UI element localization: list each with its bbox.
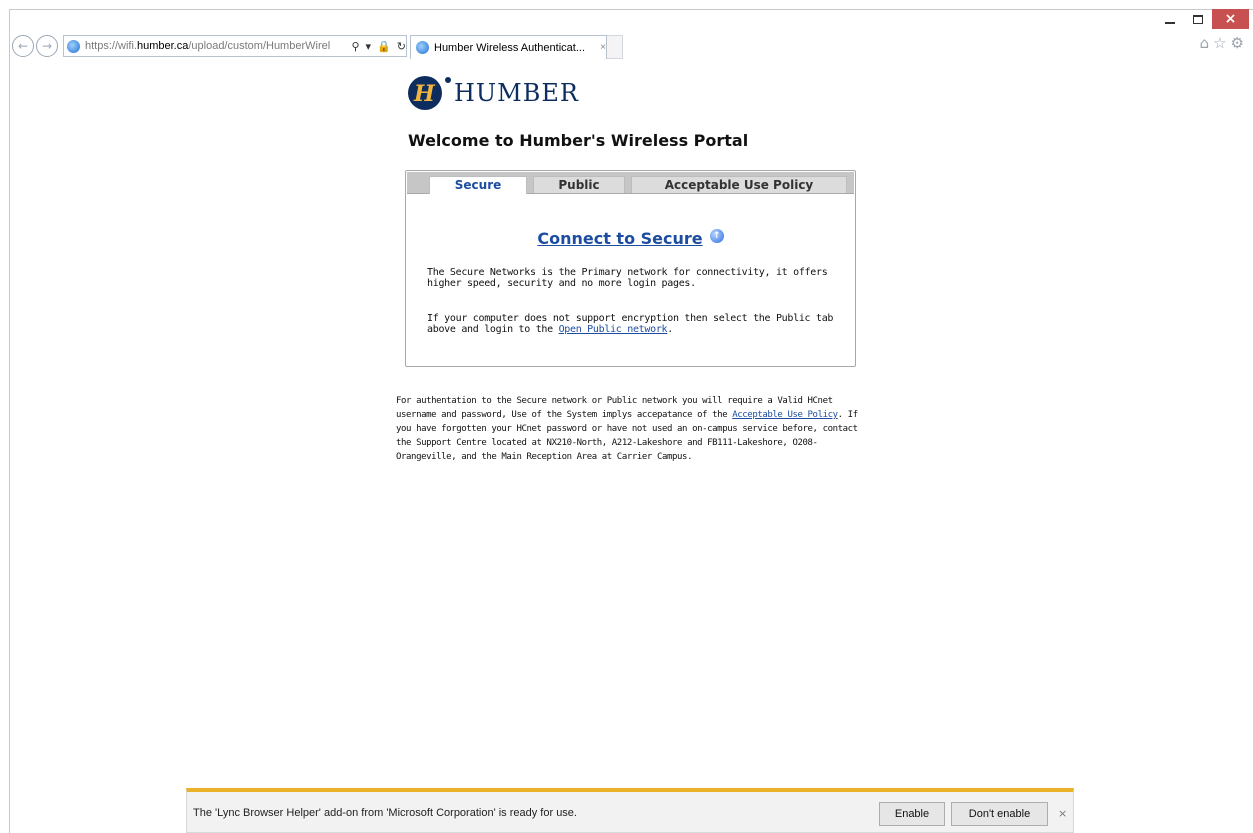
- humber-logo: H HUMBER: [408, 76, 579, 110]
- url-text[interactable]: https://wifi.humber.ca/upload/custom/Hum…: [85, 40, 348, 52]
- connect-to-secure-link[interactable]: Connect to Secure: [537, 229, 702, 248]
- open-public-network-link[interactable]: Open Public network: [559, 324, 668, 335]
- enable-button[interactable]: Enable: [879, 802, 945, 826]
- browser-chrome: × ← → https://wifi.humber.ca/upload/cust…: [0, 0, 1253, 60]
- dropdown-icon[interactable]: ▾: [366, 40, 372, 53]
- encryption-note: If your computer does not support encryp…: [427, 313, 837, 335]
- tab-close-icon[interactable]: ×: [600, 42, 606, 53]
- navigation-row: ← → https://wifi.humber.ca/upload/custom…: [12, 33, 623, 59]
- logo-mark-letter: H: [414, 81, 435, 107]
- notification-close-icon[interactable]: ×: [1058, 807, 1067, 820]
- tab-secure[interactable]: Secure: [429, 176, 527, 194]
- page-title: Welcome to Humber's Wireless Portal: [408, 131, 749, 150]
- toolbar-right-icons: ⌂ ☆ ⚙: [1200, 34, 1244, 52]
- close-window-button[interactable]: ×: [1212, 9, 1249, 29]
- new-tab-button[interactable]: [607, 35, 623, 59]
- logo-text: HUMBER: [454, 79, 579, 107]
- maximize-icon: [1193, 14, 1203, 24]
- url-path: /upload/custom/HumberWirel: [188, 40, 331, 52]
- browser-tab-active[interactable]: Humber Wireless Authenticat... ×: [410, 35, 607, 59]
- lock-icon[interactable]: 🔒: [377, 40, 391, 53]
- acceptable-use-policy-link[interactable]: Acceptable Use Policy: [732, 410, 838, 420]
- site-icon: [67, 39, 80, 53]
- minimize-button[interactable]: [1156, 9, 1184, 29]
- gear-icon[interactable]: ⚙: [1231, 34, 1244, 52]
- portal-panel: Secure Public Acceptable Use Policy Conn…: [405, 170, 856, 367]
- minimize-icon: [1165, 22, 1175, 24]
- url-prefix: https://wifi.: [85, 40, 137, 52]
- address-bar-icons: ⚲ ▾ 🔒 ↻: [351, 40, 406, 53]
- logo-dot-icon: [445, 77, 451, 83]
- address-bar[interactable]: https://wifi.humber.ca/upload/custom/Hum…: [63, 35, 407, 57]
- tab-title: Humber Wireless Authenticat...: [434, 41, 586, 54]
- forward-button[interactable]: →: [36, 35, 58, 57]
- refresh-icon[interactable]: ↻: [397, 40, 406, 53]
- home-icon[interactable]: ⌂: [1200, 34, 1210, 52]
- tab-site-icon: [416, 41, 429, 54]
- logo-mark-icon: H: [408, 76, 442, 110]
- back-button[interactable]: ←: [12, 35, 34, 57]
- url-domain: humber.ca: [136, 40, 189, 52]
- portal-tabstrip: Secure Public Acceptable Use Policy: [407, 172, 854, 194]
- forward-icon: →: [41, 39, 53, 53]
- connect-row: Connect to Secure ↑: [406, 228, 855, 248]
- notification-message: The 'Lync Browser Helper' add-on from 'M…: [193, 807, 577, 819]
- maximize-button[interactable]: [1184, 9, 1212, 29]
- authentication-notice: For authentation to the Secure network o…: [396, 394, 858, 464]
- search-icon[interactable]: ⚲: [351, 40, 359, 53]
- secure-description: The Secure Networks is the Primary netwo…: [427, 267, 828, 289]
- tab-acceptable-use-policy[interactable]: Acceptable Use Policy: [631, 176, 847, 193]
- window-controls: ×: [1156, 9, 1253, 29]
- addon-notification-bar: The 'Lync Browser Helper' add-on from 'M…: [186, 788, 1074, 833]
- page-content: H HUMBER Welcome to Humber's Wireless Po…: [0, 60, 1253, 833]
- back-icon: ←: [17, 39, 29, 53]
- dont-enable-button[interactable]: Don't enable: [951, 802, 1048, 826]
- arrow-circle-icon[interactable]: ↑: [709, 228, 724, 243]
- tab-public[interactable]: Public: [533, 176, 625, 193]
- encryption-note-end: .: [667, 324, 674, 335]
- star-icon[interactable]: ☆: [1213, 34, 1226, 52]
